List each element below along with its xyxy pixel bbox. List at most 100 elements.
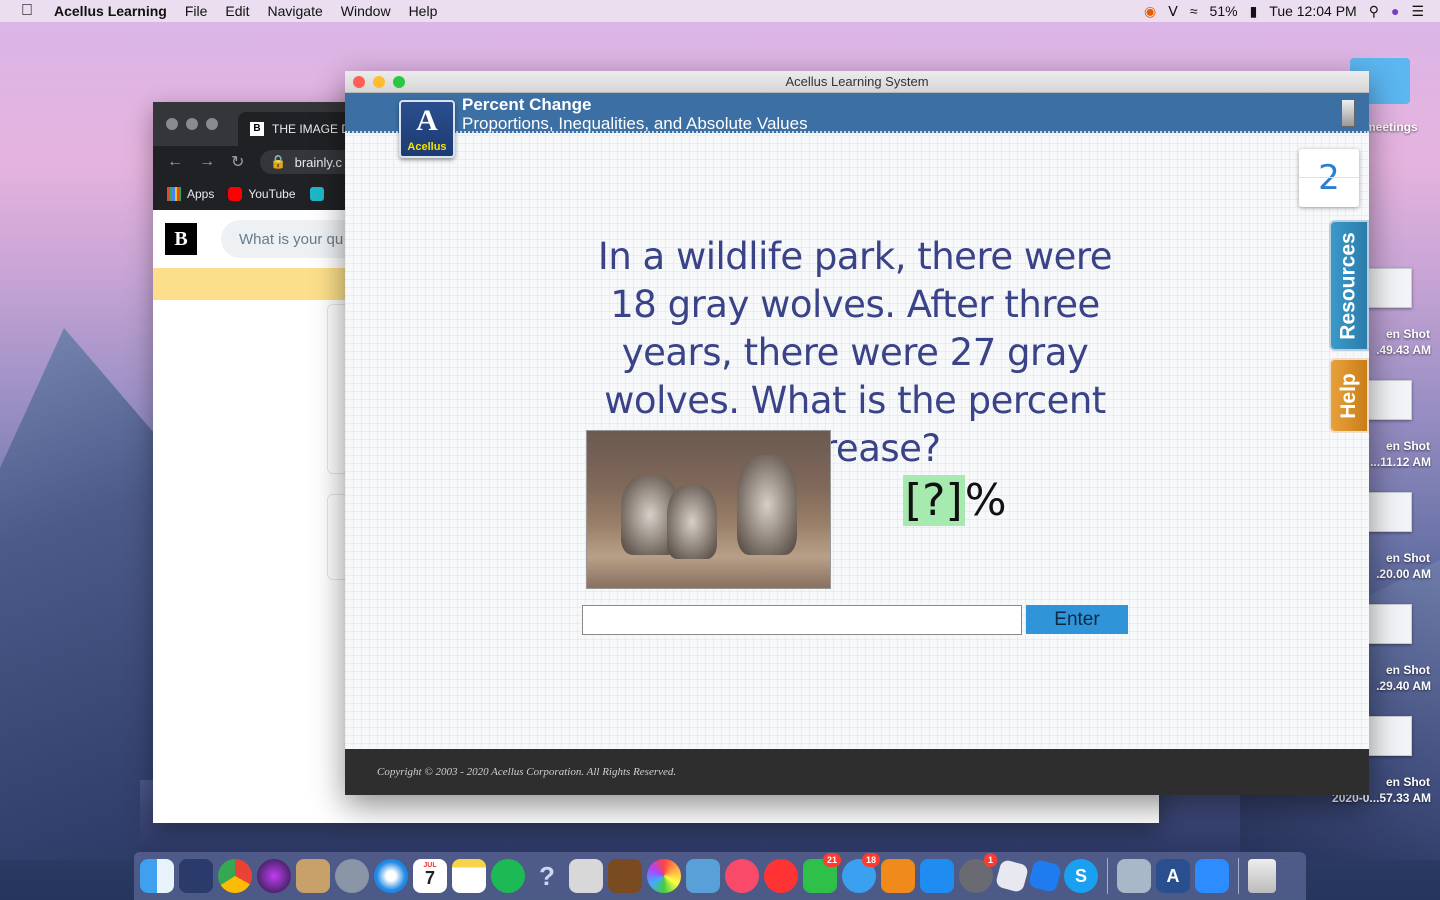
downloads-folder-icon[interactable] — [1117, 859, 1151, 893]
tab-title: THE IMAGE D — [272, 122, 351, 136]
dock-separator — [1107, 858, 1108, 894]
news-icon[interactable] — [764, 859, 798, 893]
copyright-footer: Copyright © 2003 - 2020 Acellus Corporat… — [345, 749, 1369, 795]
apps-grid-icon — [167, 187, 181, 201]
close-window-button[interactable] — [166, 118, 178, 130]
wolf-figure — [737, 455, 797, 555]
safari-icon[interactable] — [374, 859, 408, 893]
brainly-logo[interactable]: B — [165, 223, 197, 255]
messages-icon[interactable]: 18 — [842, 853, 880, 893]
trash-icon[interactable] — [1248, 859, 1276, 893]
sync-status-icon[interactable]: ◉ — [1144, 3, 1156, 20]
preview-icon[interactable] — [686, 859, 720, 893]
bluetooth-icon[interactable]: ᐯ — [1168, 3, 1178, 20]
folder-label[interactable]: meetings — [1365, 120, 1418, 134]
menu-app-name[interactable]: Acellus Learning — [54, 3, 176, 19]
exit-door-icon[interactable] — [1341, 99, 1355, 127]
menu-help[interactable]: Help — [400, 3, 447, 19]
wolf-figure — [667, 485, 717, 559]
help-tab[interactable]: Help — [1329, 358, 1369, 433]
system-preferences-badge: 1 — [983, 853, 997, 867]
bookmark-youtube[interactable]: YouTube — [228, 187, 296, 201]
menu-edit[interactable]: Edit — [216, 3, 258, 19]
menu-file[interactable]: File — [176, 3, 217, 19]
acellus-window: Acellus Learning System A Acellus Percen… — [345, 71, 1369, 795]
acellus-logo: A Acellus — [399, 100, 455, 158]
books-icon[interactable] — [881, 859, 915, 893]
lesson-title: Percent Change — [462, 95, 592, 114]
bookmark-apps[interactable]: Apps — [167, 187, 214, 201]
wifi-icon[interactable]: ≈ — [1190, 3, 1198, 19]
resources-tab-label: Resources — [1337, 231, 1361, 340]
notes-icon[interactable] — [452, 859, 486, 893]
calendar-icon[interactable]: JUL 7 — [413, 859, 447, 893]
back-arrow-icon[interactable]: ← — [167, 153, 183, 171]
app-store-icon[interactable] — [920, 859, 954, 893]
dock-separator — [1238, 858, 1239, 894]
skype-icon[interactable]: S — [1064, 859, 1098, 893]
lock-icon: 🔒 — [270, 154, 287, 169]
acellus-app-icon[interactable]: A — [1156, 859, 1190, 893]
resources-tab[interactable]: Resources — [1329, 220, 1369, 351]
wolves-photo — [586, 430, 831, 589]
lesson-subtitle: Proportions, Inequalities, and Absolute … — [462, 114, 808, 133]
menu-navigate[interactable]: Navigate — [259, 3, 332, 19]
menubar-status-area: ◉ ᐯ ≈ 51% ▮ Tue 12:04 PM ⚲ ● ☰ — [1144, 3, 1440, 20]
extension-bookmark-icon[interactable] — [309, 187, 324, 201]
spotlight-search-icon[interactable]: ⚲ — [1369, 3, 1379, 20]
messages-badge: 18 — [861, 853, 880, 867]
help-tab-label: Help — [1337, 372, 1361, 419]
calculator-icon[interactable] — [569, 859, 603, 893]
minimize-window-button[interactable] — [186, 118, 198, 130]
zoom-icon[interactable] — [1195, 859, 1229, 893]
roblox-icon[interactable] — [994, 858, 1030, 894]
spotify-icon[interactable] — [491, 859, 525, 893]
brainly-card-edge — [327, 494, 347, 580]
siri-icon[interactable]: ● — [1391, 3, 1399, 19]
dock: JUL 7 ? 21 18 1 S A — [134, 852, 1306, 900]
battery-icon[interactable]: ▮ — [1250, 3, 1258, 20]
garageband-icon[interactable] — [608, 859, 642, 893]
problem-area: In a wildlife park, there were 18 gray w… — [345, 135, 1369, 749]
acellus-logo-word: Acellus — [407, 141, 447, 153]
percent-sign: % — [964, 475, 1007, 526]
enter-button[interactable]: Enter — [1026, 605, 1128, 634]
notification-center-icon[interactable]: ☰ — [1411, 3, 1424, 20]
battery-percent[interactable]: 51% — [1210, 3, 1238, 19]
system-preferences-icon[interactable]: 1 — [959, 853, 997, 893]
brainly-favicon-icon: B — [250, 122, 264, 136]
zoom-window-button[interactable] — [206, 118, 218, 130]
music-icon[interactable] — [725, 859, 759, 893]
photos-icon[interactable] — [647, 859, 681, 893]
wallpaper-mountain-left — [0, 328, 160, 860]
facetime-icon[interactable]: 21 — [803, 853, 841, 893]
answer-input[interactable] — [582, 605, 1022, 635]
launchpad-icon[interactable] — [335, 859, 369, 893]
facetime-badge: 21 — [822, 853, 841, 867]
brainly-card-edge — [327, 304, 347, 474]
acellus-titlebar: Acellus Learning System — [345, 71, 1369, 93]
window-title: Acellus Learning System — [785, 74, 929, 89]
question-counter: 2 — [1299, 149, 1359, 207]
drc-insight-icon[interactable] — [179, 859, 213, 893]
bookmark-apps-label: Apps — [187, 187, 215, 201]
lesson-header: A Acellus Percent Change Proportions, In… — [345, 93, 1369, 158]
contacts-icon[interactable] — [296, 859, 330, 893]
siri-icon[interactable] — [257, 859, 291, 893]
menubar-clock[interactable]: Tue 12:04 PM — [1269, 3, 1356, 19]
chrome-window-controls — [153, 118, 218, 130]
help-question-icon[interactable]: ? — [530, 859, 564, 893]
address-bar-url: brainly.c — [294, 154, 343, 170]
answer-expression: [?]% — [903, 475, 1007, 526]
menu-window[interactable]: Window — [332, 3, 400, 19]
reload-icon[interactable]: ↻ — [231, 152, 244, 172]
apple-menu-icon[interactable]:  — [0, 2, 54, 20]
chrome-icon[interactable] — [218, 859, 252, 893]
bookmark-youtube-label: YouTube — [248, 187, 296, 201]
forward-arrow-icon[interactable]: → — [199, 153, 215, 171]
calendar-month: JUL — [423, 862, 437, 869]
menubar:  Acellus Learning File Edit Navigate Wi… — [0, 0, 1440, 22]
roblox-studio-icon[interactable] — [1027, 858, 1063, 894]
finder-icon[interactable] — [140, 859, 174, 893]
answer-blank: [?] — [903, 475, 965, 526]
